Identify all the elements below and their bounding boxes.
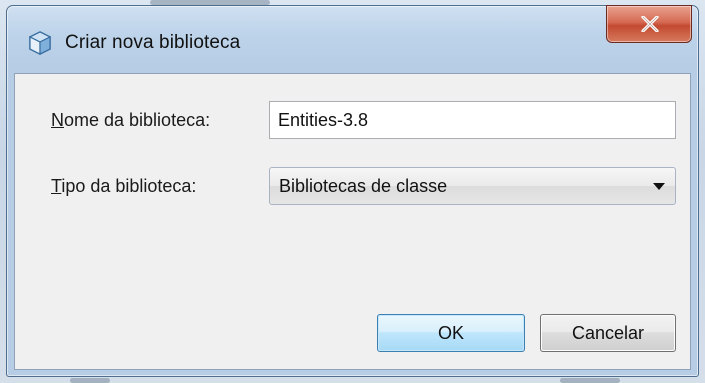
mnemonic-letter: T — [51, 176, 62, 196]
title-bar[interactable]: Criar nova biblioteca — [7, 5, 698, 72]
close-x-icon — [641, 16, 659, 32]
netbeans-cube-icon — [27, 30, 53, 56]
chevron-down-icon — [653, 183, 665, 190]
dialog-title: Criar nova biblioteca — [65, 32, 241, 53]
background-shape — [70, 378, 110, 383]
library-name-label: Nome da biblioteca: — [51, 110, 210, 131]
library-type-label: Tipo da biblioteca: — [51, 176, 196, 197]
dialog-window: Criar nova biblioteca Nome da biblioteca… — [6, 5, 699, 377]
library-type-selected-value: Bibliotecas de classe — [279, 176, 448, 196]
library-name-input[interactable] — [269, 101, 676, 139]
library-type-select[interactable]: Bibliotecas de classe — [269, 167, 676, 205]
ok-button[interactable]: OK — [377, 314, 525, 352]
background-shape — [560, 378, 620, 383]
cancel-button[interactable]: Cancelar — [540, 314, 676, 352]
close-button[interactable] — [606, 5, 692, 43]
dialog-content: Nome da biblioteca: Tipo da biblioteca: … — [14, 73, 691, 370]
mnemonic-letter: N — [51, 110, 64, 130]
label-text: ipo da biblioteca: — [61, 176, 197, 196]
label-text: ome da biblioteca: — [64, 110, 211, 130]
